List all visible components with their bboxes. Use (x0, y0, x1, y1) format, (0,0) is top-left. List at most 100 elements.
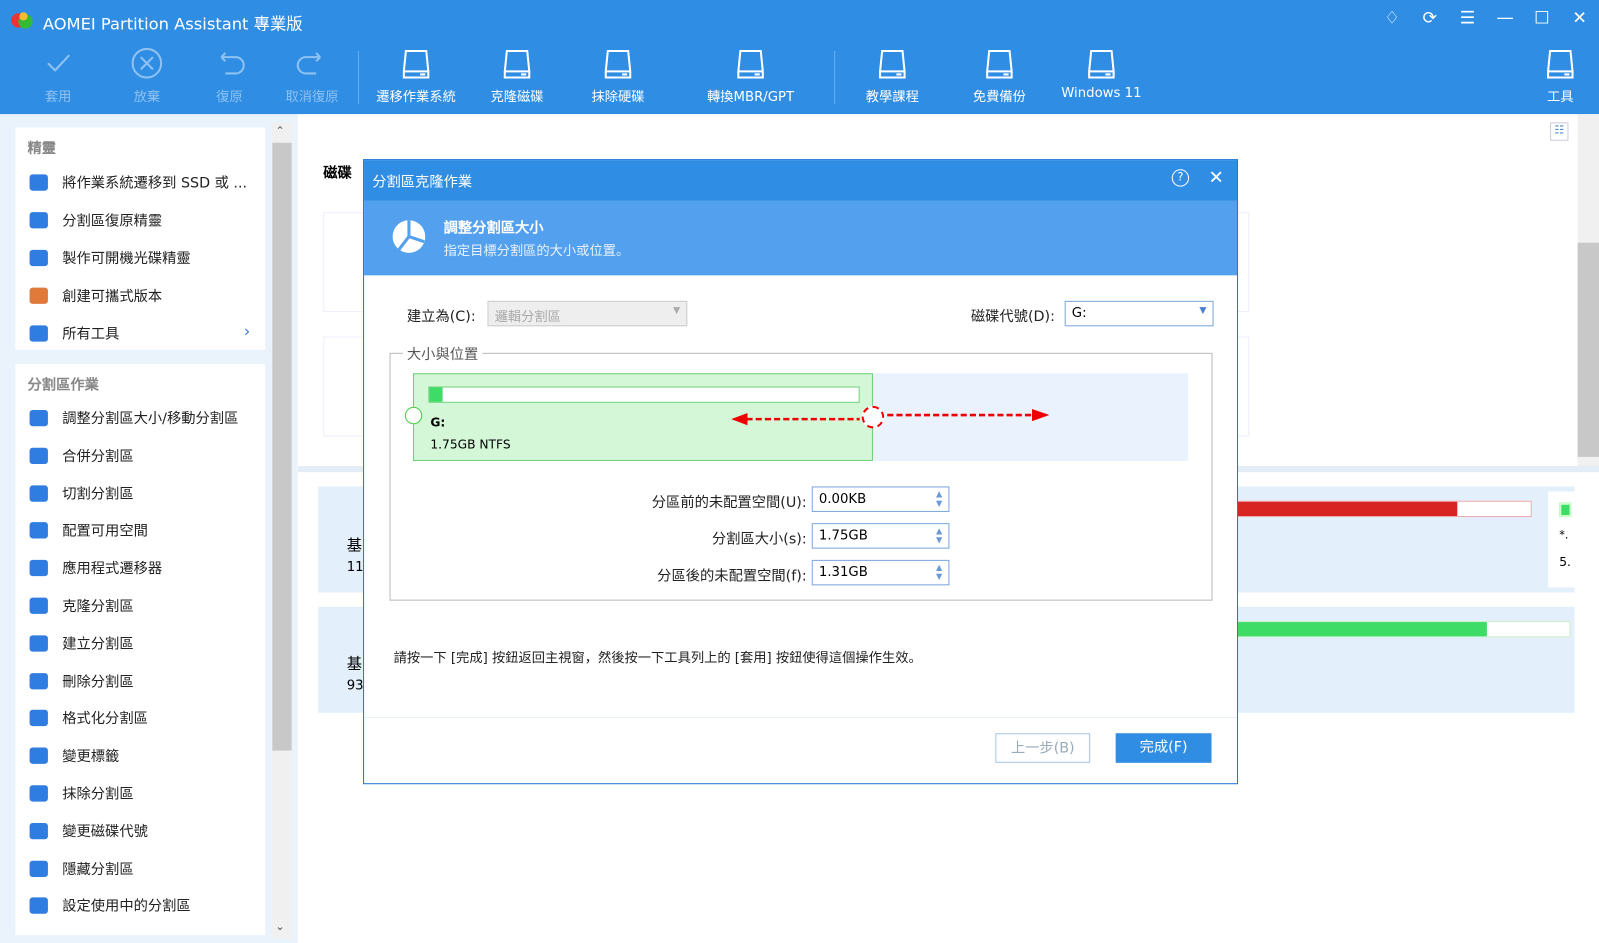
wipe-disk-icon (604, 49, 632, 79)
sidebar-item-label: 切割分割區 (62, 486, 134, 503)
before-space-value: 0.00KB (818, 491, 867, 507)
convert-icon (737, 49, 764, 79)
sidebar-item-label: 調整分割區大小/移動分割區 (62, 410, 239, 428)
toolbar-button-discard[interactable]: 放棄 (106, 45, 188, 105)
partition-size-value: 1.75GB (818, 528, 868, 544)
scrollbar-thumb[interactable] (272, 142, 292, 751)
spinner-icon[interactable]: ▲ ▼ (936, 526, 942, 544)
sidebar-item[interactable]: 建立分割區 (29, 632, 134, 654)
toolbar-button-migrate-os[interactable]: 遷移作業系統 (375, 45, 457, 105)
toolbar-button-tools[interactable]: 工具 (1520, 45, 1599, 105)
wizards-item-icon (29, 174, 48, 191)
toolbar-label: 復原 (216, 89, 243, 106)
toolbar-divider (357, 50, 359, 105)
scroll-up-icon[interactable]: ⌃ (275, 124, 284, 137)
diamond-icon[interactable]: ♢ (1377, 8, 1408, 28)
spinner-icon[interactable]: ▲ ▼ (936, 490, 942, 508)
drive-letter-label: 磁碟代號(D): (970, 308, 1055, 326)
sidebar-item[interactable]: 將作業系統遷移到 SSD 或 ... (29, 171, 247, 193)
after-space-input[interactable]: 1.31GB ▲ ▼ (811, 559, 950, 586)
footer-divider (364, 716, 1238, 718)
toolbar-button-check[interactable]: 套用 (17, 45, 99, 105)
banner-subtitle: 指定目標分割區的大小或位置。 (443, 243, 630, 260)
dialog-title: 分割區克隆作業 (372, 174, 473, 191)
sidebar-item-label: 分割區復原精靈 (62, 213, 163, 230)
sidebar-item[interactable]: 製作可開機光碟精靈 (29, 247, 191, 269)
sidebar-item[interactable]: 抹除分割區 (29, 782, 134, 804)
sidebar-item[interactable]: 變更標籤 (29, 745, 120, 767)
partition-info: 1.75GB NTFS (430, 437, 511, 452)
back-button[interactable]: 上一步(B) (995, 733, 1091, 763)
wizards-item-icon (29, 212, 48, 229)
help-icon[interactable]: ? (1171, 169, 1190, 187)
operations-item-icon (29, 485, 48, 502)
sidebar-item[interactable]: 所有工具 (29, 322, 120, 344)
toolbar-button-wipe-disk[interactable]: 抹除硬碟 (577, 45, 659, 105)
sidebar-item[interactable]: 刪除分割區 (29, 670, 134, 692)
toolbar-button-clone-disk[interactable]: 克隆磁碟 (476, 45, 558, 105)
partition-size-label: 分割區大小(s): (711, 531, 807, 548)
chevron-down-icon: ▼ (673, 305, 681, 317)
drive-letter-select[interactable]: G: ▼ (1064, 300, 1214, 327)
dialog-close-icon[interactable]: ✕ (1208, 167, 1223, 188)
sidebar-item[interactable]: 配置可用空間 (29, 519, 148, 541)
finish-button[interactable]: 完成(F) (1115, 733, 1212, 763)
sidebar-item-label: 配置可用空間 (62, 523, 148, 540)
disk1-label: 基 (346, 536, 363, 555)
toolbar-label: 放棄 (133, 89, 161, 106)
partition-clone-dialog: 分割區克隆作業 ? ✕ 調整分割區大小 指定目標分割區的大小或位置。 建立為(C… (363, 159, 1239, 785)
close-button[interactable]: ✕ (1564, 8, 1595, 28)
menu-icon[interactable]: ☰ (1452, 8, 1483, 28)
sidebar-item[interactable]: 變更磁碟代號 (29, 820, 148, 842)
operations-title: 分割區作業 (27, 377, 99, 394)
sidebar-item[interactable]: 格式化分割區 (29, 707, 148, 729)
sidebar-item[interactable]: 切割分割區 (29, 482, 134, 504)
left-resize-handle[interactable] (404, 406, 423, 425)
toolbar-button-redo[interactable]: 取消復原 (271, 45, 353, 105)
sidebar-item[interactable]: 克隆分割區 (29, 595, 134, 617)
toolbar-label: 抹除硬碟 (591, 89, 645, 106)
partition-usage-bar (428, 386, 860, 403)
view-toggle-icon[interactable]: ☷ (1550, 122, 1569, 141)
sidebar-scrollbar[interactable]: ⌃ ⌄ (272, 122, 292, 939)
sidebar-item-label: 所有工具 (62, 326, 120, 343)
operations-item-icon (29, 897, 48, 915)
toolbar-divider (834, 50, 836, 105)
disk1-side-partition[interactable]: *. 5. (1548, 491, 1585, 588)
dialog-titlebar: 分割區克隆作業 ? ✕ (364, 160, 1238, 201)
toolbar-button-tutorial[interactable]: 教學課程 (852, 45, 934, 105)
operations-item-icon (29, 409, 48, 427)
refresh-icon[interactable]: ⟳ (1414, 8, 1445, 28)
wizards-panel: 精靈 將作業系統遷移到 SSD 或 ... 分割區復原精靈製作可開機光碟精靈 創建可… (15, 127, 266, 350)
before-space-label: 分區前的未配置空間(U): (651, 494, 807, 511)
partition-size-input[interactable]: 1.75GB ▲ ▼ (811, 523, 950, 549)
sidebar-item[interactable]: 創建可攜式版本 (29, 285, 162, 307)
scroll-down-icon[interactable]: ⌄ (275, 920, 284, 933)
operations-item-icon (29, 747, 48, 765)
maximize-button[interactable]: ☐ (1527, 8, 1558, 28)
hint-text: 請按一下 [完成] 按鈕返回主視窗，然後按一下工具列上的 [套用] 按鈕使得這個… (393, 650, 922, 666)
sidebar-item[interactable]: 合併分割區 (29, 444, 134, 466)
sidebar-item-label: 變更磁碟代號 (62, 823, 148, 841)
create-as-label: 建立為(C): (406, 308, 476, 326)
toolbar-button-windows11[interactable]: Windows 11 (1061, 45, 1143, 101)
sidebar-item[interactable]: 應用程式遷移器 (29, 557, 162, 579)
toolbar-label: 轉換MBR/GPT (707, 89, 795, 106)
toolbar-label: 工具 (1547, 89, 1574, 106)
minimize-button[interactable]: — (1490, 8, 1521, 28)
spinner-icon[interactable]: ▲ ▼ (936, 563, 942, 581)
disk2-size: 93 (346, 678, 364, 694)
toolbar-button-undo[interactable]: 復原 (189, 45, 271, 105)
disk-scrollbar[interactable] (1577, 114, 1599, 467)
sidebar-item[interactable]: 分割區復原精靈 (29, 209, 163, 231)
sidebar-item[interactable]: 調整分割區大小/移動分割區 (29, 407, 239, 429)
sidebar-item[interactable]: 隱藏分割區 (29, 857, 134, 879)
toolbar-button-convert[interactable]: 轉換MBR/GPT (689, 45, 811, 105)
dialog-banner: 調整分割區大小 指定目標分割區的大小或位置。 (364, 200, 1238, 276)
sidebar-item[interactable]: 設定使用中的分割區 (29, 895, 191, 917)
redo-icon (296, 52, 321, 75)
side-partition-size: 5. (1559, 554, 1571, 570)
wizards-title: 精靈 (27, 140, 57, 158)
before-space-input[interactable]: 0.00KB ▲ ▼ (811, 486, 950, 512)
toolbar-button-backup[interactable]: 免費備份 (959, 45, 1041, 105)
